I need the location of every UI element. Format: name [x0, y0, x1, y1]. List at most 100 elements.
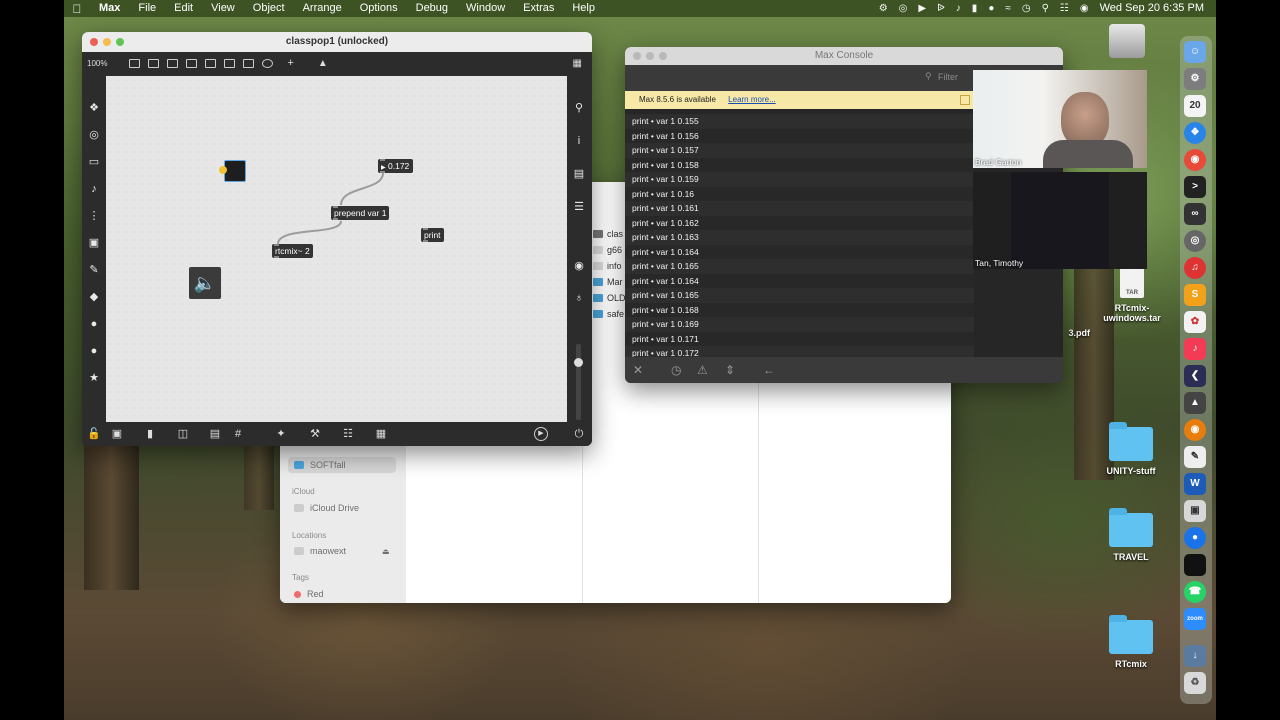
zoom-button[interactable]: [659, 52, 667, 60]
console-row[interactable]: print • var 1 0.156: [625, 128, 974, 143]
list-item[interactable]: g66: [593, 242, 626, 258]
menu-window[interactable]: Window: [457, 0, 514, 17]
level-meter[interactable]: [574, 344, 583, 420]
comment-bubble-icon[interactable]: ▮: [143, 427, 157, 441]
message-icon[interactable]: [148, 58, 160, 68]
folder-rtcmix[interactable]: RTcmix: [1096, 615, 1166, 669]
grid-icon[interactable]: ▦: [573, 58, 582, 69]
preview-icon[interactable]: ▣: [1184, 500, 1206, 522]
reference-icon[interactable]: ▤: [573, 168, 585, 180]
apple-menu-icon[interactable]: : [64, 2, 90, 16]
sidebar-item-softfall[interactable]: SOFTfall: [288, 457, 396, 473]
unity-icon[interactable]: ▲: [1184, 392, 1206, 414]
menu-file[interactable]: File: [129, 0, 165, 17]
sidebar-item-location[interactable]: maowext ⏏: [294, 546, 390, 556]
headphones-icon[interactable]: ♫: [1184, 257, 1206, 279]
console-row[interactable]: print • var 1 0.159: [625, 172, 974, 187]
record-icon[interactable]: ◎: [899, 0, 908, 17]
sidebar-item-icloud-drive[interactable]: iCloud Drive: [294, 503, 359, 513]
close-button[interactable]: [633, 52, 641, 60]
blender-icon[interactable]: ◉: [1184, 419, 1206, 441]
prepend-object[interactable]: prepend var 1: [331, 206, 390, 220]
safari-icon[interactable]: ❖: [1184, 122, 1206, 144]
format-icon[interactable]: ▲: [318, 58, 328, 69]
list-item[interactable]: clas: [593, 226, 626, 242]
console-row[interactable]: print • var 1 0.161: [625, 201, 974, 216]
menu-view[interactable]: View: [202, 0, 244, 17]
print-object[interactable]: print: [421, 228, 444, 242]
mixer-icon[interactable]: ♁: [573, 292, 585, 304]
inspector-icon[interactable]: i: [573, 135, 585, 147]
list-item[interactable]: Mar: [593, 274, 626, 290]
console-row[interactable]: print • var 1 0.165: [625, 259, 974, 274]
console-titlebar[interactable]: Max Console: [625, 47, 1063, 65]
trash-icon[interactable]: ♻: [1184, 672, 1206, 694]
console-row[interactable]: print • var 1 0.171: [625, 331, 974, 346]
star-icon[interactable]: ★: [88, 372, 100, 384]
music-icon[interactable]: ♪: [1184, 338, 1206, 360]
browser-icon[interactable]: ▭: [88, 156, 100, 168]
audio-on-icon[interactable]: ▶: [534, 427, 548, 441]
word-icon[interactable]: W: [1184, 473, 1206, 495]
zoom-icon[interactable]: zoom: [1184, 608, 1206, 630]
wifi-icon[interactable]: ≈: [1005, 0, 1011, 17]
list-icon[interactable]: ☰: [573, 201, 585, 213]
console-row[interactable]: print • var 1 0.164: [625, 244, 974, 259]
user-icon[interactable]: ●: [988, 0, 994, 17]
new-view-icon[interactable]: ◫: [176, 427, 190, 441]
sublime-icon[interactable]: S: [1184, 284, 1206, 306]
menu-object[interactable]: Object: [244, 0, 294, 17]
wrench-icon[interactable]: ⚒: [308, 427, 322, 441]
vscode-icon[interactable]: ❮: [1184, 365, 1206, 387]
lock-icon[interactable]: 🔓: [87, 427, 101, 441]
menu-extras[interactable]: Extras: [514, 0, 563, 17]
comment-icon[interactable]: [167, 58, 179, 68]
black-app-icon[interactable]: [1184, 554, 1206, 576]
zoom-button[interactable]: [116, 38, 124, 46]
finder-icon[interactable]: ☺: [1184, 41, 1206, 63]
sort-icon[interactable]: ⇕: [725, 363, 735, 377]
list-item[interactable]: safe: [593, 306, 626, 322]
rtcmix-object[interactable]: rtcmix~ 2: [272, 244, 313, 258]
terminal-icon[interactable]: >: [1184, 176, 1206, 198]
filter-input[interactable]: Filter: [938, 72, 958, 82]
target-icon[interactable]: ◎: [88, 129, 100, 141]
warning-icon[interactable]: ⚠: [697, 363, 708, 377]
disk-utility-icon[interactable]: ◎: [1184, 230, 1206, 252]
level-knob[interactable]: [574, 358, 583, 367]
dismiss-banner-button[interactable]: [960, 95, 970, 105]
vst-icon[interactable]: ●: [88, 318, 100, 330]
time-machine-icon[interactable]: ◷: [1022, 0, 1031, 17]
close-button[interactable]: [90, 38, 98, 46]
console-row[interactable]: print • var 1 0.162: [625, 215, 974, 230]
dial-icon[interactable]: [262, 58, 274, 68]
selected-object[interactable]: [219, 160, 246, 182]
image-icon[interactable]: ▣: [88, 237, 100, 249]
search-icon[interactable]: ⚲: [1042, 0, 1049, 17]
learn-more-link[interactable]: Learn more...: [728, 95, 776, 104]
patch-cord[interactable]: [340, 172, 384, 206]
battery-icon[interactable]: ▮: [972, 0, 978, 17]
hard-drive-icon[interactable]: [1092, 24, 1162, 62]
eject-icon[interactable]: ⏏: [382, 547, 390, 556]
info-circle-icon[interactable]: ●: [88, 345, 100, 357]
music-icon[interactable]: ♪: [88, 183, 100, 195]
tar-file[interactable]: TAR RTcmix- uwindows.tar: [1097, 268, 1167, 323]
console-row[interactable]: print • var 1 0.158: [625, 157, 974, 172]
menu-help[interactable]: Help: [563, 0, 604, 17]
return-icon[interactable]: ←: [763, 363, 775, 377]
console-row[interactable]: print • var 1 0.168: [625, 302, 974, 317]
extension-icon[interactable]: ⚙: [879, 0, 888, 17]
patcher-canvas[interactable]: ▶ 0.172 prepend var 1 rtcmix~ 2 print 🔈: [106, 76, 567, 422]
piano-icon[interactable]: ☷: [341, 427, 355, 441]
console-row[interactable]: print • var 1 0.157: [625, 143, 974, 158]
clear-icon[interactable]: ✕: [633, 363, 643, 377]
zoom-level[interactable]: 100%: [87, 59, 107, 68]
patcher-titlebar[interactable]: classpop1 (unlocked): [82, 32, 592, 52]
objects-icon[interactable]: ❖: [88, 102, 100, 114]
volume-icon[interactable]: ♪: [956, 0, 961, 17]
play-icon[interactable]: ▶: [918, 0, 926, 17]
plugin-icon[interactable]: ◆: [88, 291, 100, 303]
clock-icon[interactable]: ◷: [671, 363, 681, 377]
whatsapp-icon[interactable]: ☎: [1184, 581, 1206, 603]
